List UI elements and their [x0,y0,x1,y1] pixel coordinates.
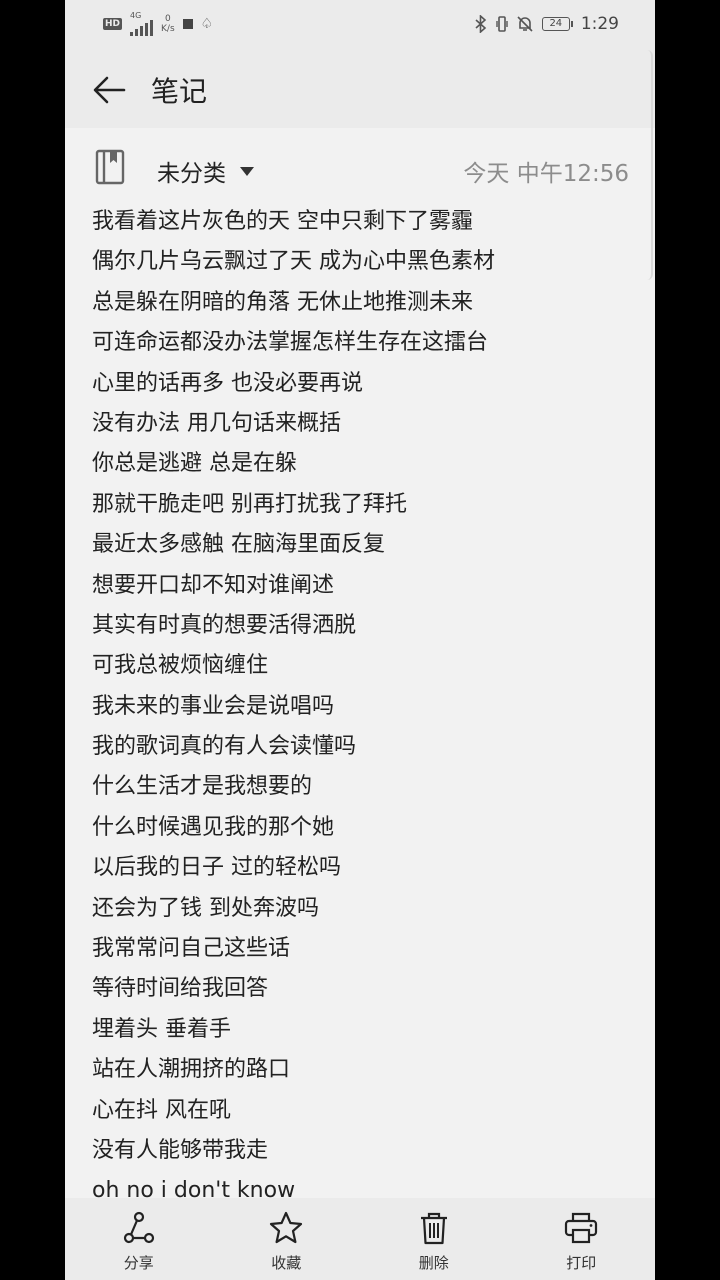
status-bar: HD 4G 0 K/s ♤ 24 1:29 [65,0,655,50]
note-line: 你总是逃避 总是在躲 [92,451,297,477]
note-line: 心里的话再多 也没必要再说 [92,370,363,396]
note-line: 埋着头 垂着手 [92,1016,231,1042]
page-title: 笔记 [151,75,208,108]
note-line: 总是躲在阴暗的角落 无休止地推测未来 [92,289,473,315]
note-timestamp: 今天 中午12:56 [463,161,629,187]
hd-badge: HD [103,18,123,30]
note-line: 没有办法 用几句话来概括 [92,410,341,436]
share-label: 分享 [123,1254,154,1272]
note-line: 以后我的日子 过的轻松吗 [92,855,341,881]
note-line: 偶尔几片乌云飘过了天 成为心中黑色素材 [92,249,495,275]
printer-icon [565,1212,598,1244]
print-label: 打印 [566,1254,597,1272]
note-line: 那就干脆走吧 别再打扰我了拜托 [92,491,407,517]
share-button[interactable]: 分享 [79,1198,199,1280]
favorite-button[interactable]: 收藏 [226,1198,346,1280]
note-content[interactable]: 我看着这片灰色的天 空中只剩下了雾霾 偶尔几片乌云飘过了天 成为心中黑色素材 总是躲… [92,202,632,1202]
star-icon [270,1211,303,1244]
screen-edge [647,50,653,280]
notification-square-icon [182,19,193,29]
back-arrow-icon [93,76,126,104]
app-header: 笔记 [65,50,655,128]
trash-icon [420,1212,447,1245]
chevron-down-icon [240,166,254,176]
clock: 1:29 [580,14,619,34]
category-label: 未分类 [157,161,226,187]
note-line: 我看着这片灰色的天 空中只剩下了雾霾 [92,209,473,234]
category-dropdown[interactable]: 未分类 [157,154,254,188]
speed-value: 0 [164,14,171,24]
note-line: 可我总被烦恼缠住 [92,653,269,679]
note-line: 最近太多感触 在脑海里面反复 [92,532,385,558]
print-button[interactable]: 打印 [521,1198,641,1280]
note-line: 没有人能够带我走 [92,1137,269,1163]
note-meta-row: 未分类 今天 中午12:56 [65,140,655,196]
back-button[interactable] [87,68,131,112]
bluetooth-icon [475,15,487,33]
note-line: 我常常问自己这些话 [92,936,291,962]
battery-icon: 24 [541,17,573,31]
mute-bell-icon [517,16,533,32]
status-left: HD 4G 0 K/s ♤ [103,12,213,36]
delete-label: 删除 [418,1254,449,1272]
status-right: 24 1:29 [474,14,619,34]
network-gen-label: 4G [130,11,142,20]
cellular-group: 4G [130,11,154,36]
notes-app-screen: HD 4G 0 K/s ♤ 24 1:29 笔记 未分类 今天 中午12:56 … [65,0,655,1280]
note-line: 还会为了钱 到处奔波吗 [92,895,319,921]
note-line: 什么时候遇见我的那个她 [92,814,335,840]
vibrate-icon [496,16,508,32]
qq-notification-icon: ♤ [200,16,214,32]
note-line: 想要开口却不知对谁阐述 [92,572,335,598]
notebook-icon [95,149,125,185]
signal-icon [130,20,154,36]
share-icon [123,1211,154,1244]
battery-level: 24 [541,17,570,31]
note-line: 我的歌词真的有人会读懂吗 [92,734,357,760]
note-line: 什么生活才是我想要的 [92,774,313,800]
note-line: 我未来的事业会是说唱吗 [92,693,335,719]
favorite-label: 收藏 [271,1254,302,1272]
note-line: 等待时间给我回答 [92,976,269,1002]
note-line: 可连命运都没办法掌握怎样生存在这擂台 [92,330,489,356]
note-line: 心在抖 风在吼 [92,1097,231,1123]
bottom-toolbar: 分享 收藏 删除 打印 [65,1198,655,1280]
note-line: 其实有时真的想要活得洒脱 [92,612,357,638]
note-line: 站在人潮拥挤的路口 [92,1057,291,1083]
speed-unit: K/s [161,24,175,34]
network-speed: 0 K/s [161,14,175,34]
delete-button[interactable]: 删除 [374,1198,494,1280]
